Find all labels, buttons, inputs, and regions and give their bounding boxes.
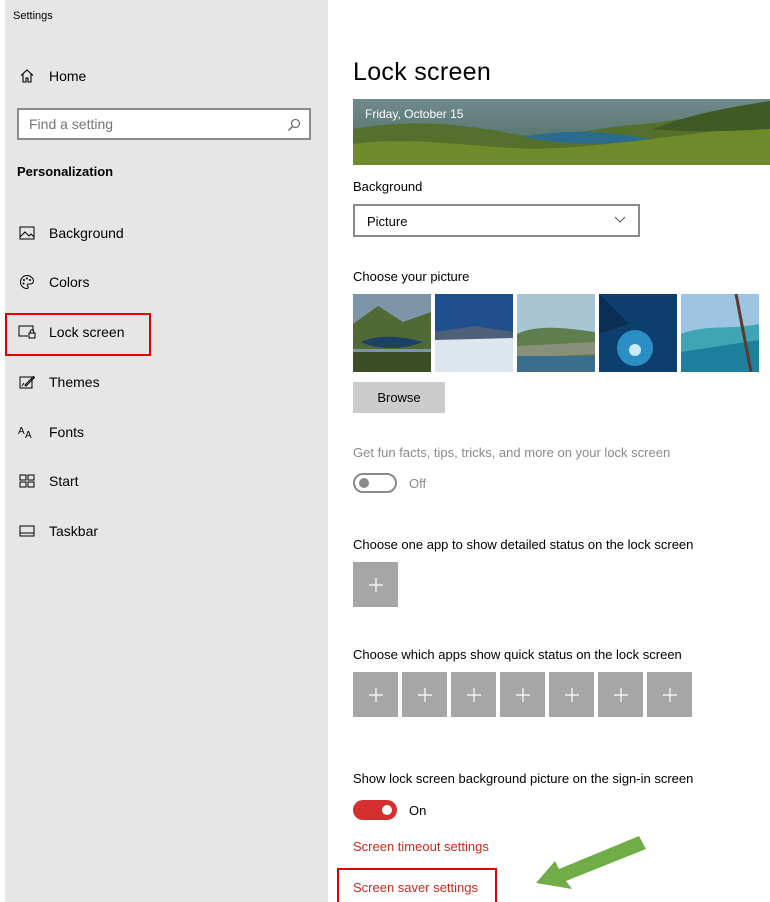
preview-date: Friday, October 15	[365, 107, 464, 121]
svg-text:A: A	[18, 426, 25, 437]
lock-screen-highlight-box	[5, 313, 151, 356]
quick-status-add-button[interactable]	[647, 672, 692, 717]
background-select[interactable]: Picture	[353, 204, 640, 237]
picture-thumbnail[interactable]	[517, 294, 595, 372]
search-icon[interactable]	[287, 118, 301, 132]
background-label: Background	[353, 179, 423, 194]
main-panel: Lock screen Friday, October 15 Backgroun…	[353, 0, 770, 902]
plus-icon	[515, 687, 530, 702]
browse-button[interactable]: Browse	[353, 382, 445, 413]
search-input[interactable]	[19, 110, 279, 138]
sidebar-item-background[interactable]: Background	[17, 218, 317, 248]
choose-picture-label: Choose your picture	[353, 269, 470, 284]
signin-background-toggle[interactable]	[353, 800, 397, 820]
home-icon	[20, 69, 34, 83]
plus-icon	[466, 687, 481, 702]
toggle-knob	[382, 805, 392, 815]
sidebar-item-label: Background	[49, 225, 124, 241]
lock-screen-preview: Friday, October 15	[353, 99, 770, 165]
fun-facts-label: Get fun facts, tips, tricks, and more on…	[353, 445, 671, 460]
quick-status-add-button[interactable]	[353, 672, 398, 717]
signin-background-label: Show lock screen background picture on t…	[353, 771, 694, 786]
start-icon	[17, 471, 37, 491]
detailed-status-add-button[interactable]	[353, 562, 398, 607]
app-title: Settings	[13, 10, 53, 22]
picture-thumbnail[interactable]	[681, 294, 759, 372]
plus-icon	[417, 687, 432, 702]
sidebar-item-label: Taskbar	[49, 523, 99, 539]
palette-icon	[17, 272, 37, 292]
plus-icon	[613, 687, 628, 702]
themes-icon	[17, 372, 37, 392]
green-arrow-icon	[536, 836, 646, 889]
sidebar-item-label: Themes	[49, 374, 100, 390]
section-title: Personalization	[17, 164, 114, 179]
page-title: Lock screen	[353, 58, 492, 86]
sidebar-item-label: Colors	[49, 274, 90, 290]
detailed-status-label: Choose one app to show detailed status o…	[353, 537, 694, 552]
screen-timeout-link[interactable]: Screen timeout settings	[353, 839, 489, 854]
svg-text:A: A	[25, 430, 32, 439]
picture-thumbnail[interactable]	[353, 294, 431, 372]
chevron-down-icon	[614, 216, 626, 223]
quick-status-add-button[interactable]	[598, 672, 643, 717]
sidebar-item-label: Start	[49, 473, 79, 489]
quick-status-add-button[interactable]	[451, 672, 496, 717]
home-label: Home	[49, 68, 87, 84]
fonts-icon: AA	[17, 422, 37, 442]
plus-icon	[564, 687, 579, 702]
search-box[interactable]	[17, 108, 311, 140]
picture-thumbnail[interactable]	[435, 294, 513, 372]
quick-status-add-button[interactable]	[549, 672, 594, 717]
taskbar-icon	[17, 521, 37, 541]
signin-toggle-state: On	[409, 803, 427, 818]
sidebar-item-themes[interactable]: Themes	[17, 367, 317, 397]
picture-thumbnails	[353, 294, 770, 372]
quick-status-label: Choose which apps show quick status on t…	[353, 647, 682, 662]
plus-icon	[368, 577, 383, 592]
screen-saver-highlight-box	[337, 868, 497, 902]
sidebar-item-fonts[interactable]: AA Fonts	[17, 417, 317, 447]
fun-facts-toggle-state: Off	[409, 476, 427, 491]
picture-thumbnail[interactable]	[599, 294, 677, 372]
home-nav-item[interactable]: Home	[19, 66, 86, 86]
quick-status-add-button[interactable]	[500, 672, 545, 717]
background-select-value: Picture	[367, 214, 408, 229]
sidebar-item-colors[interactable]: Colors	[17, 267, 317, 297]
sidebar: Settings Home Personalization Background…	[5, 0, 328, 902]
background-icon	[17, 223, 37, 243]
quick-status-add-button[interactable]	[402, 672, 447, 717]
toggle-knob	[359, 478, 369, 488]
plus-icon	[368, 687, 383, 702]
fun-facts-toggle[interactable]	[353, 473, 397, 493]
sidebar-item-taskbar[interactable]: Taskbar	[17, 516, 317, 546]
sidebar-item-start[interactable]: Start	[17, 466, 317, 496]
sidebar-item-label: Fonts	[49, 424, 85, 440]
plus-icon	[662, 687, 677, 702]
